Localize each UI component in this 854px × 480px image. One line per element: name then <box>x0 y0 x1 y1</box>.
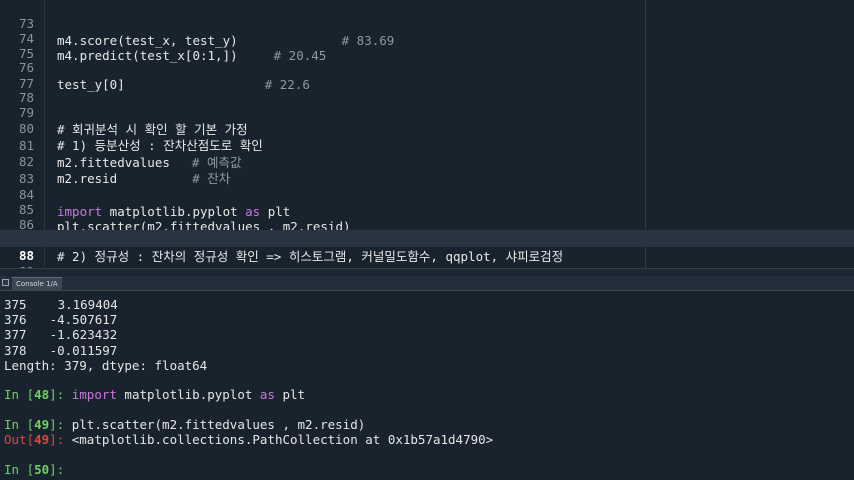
console-options-icon[interactable] <box>2 279 9 286</box>
series-value: 3.169404 <box>57 297 118 312</box>
code-editor[interactable]: 73 m4.score(test_x, test_y) # 83.69 74 m4… <box>0 0 854 268</box>
editor-line[interactable]: 81 m2.fittedvalues # 예측값 <box>0 120 854 170</box>
pane-splitter[interactable] <box>0 268 854 276</box>
series-value: -4.507617 <box>49 312 118 327</box>
output-text: <matplotlib.collections.PathCollection a… <box>71 432 494 447</box>
series-index: 375 <box>4 297 27 312</box>
output-length-line: Length: 379, dtype: float64 <box>4 358 208 373</box>
editor-line[interactable]: 89 <box>0 246 854 268</box>
series-index: 376 <box>4 312 27 327</box>
series-index: 377 <box>4 327 27 342</box>
tab-console[interactable]: Console 1/A <box>12 277 62 290</box>
keyword-import: import <box>71 387 117 402</box>
input-code: plt.scatter(m2.fittedvalues , m2.resid) <box>71 417 366 432</box>
editor-line[interactable]: 76 test_y[0] # 22.6 <box>0 42 854 92</box>
ipython-console[interactable]: 375 3.169404 376 -4.507617 377 -1.623432 37… <box>0 292 854 480</box>
input-prompt-50[interactable]: In [50]: <box>4 461 72 478</box>
console-tab-bar: Console 1/A <box>0 276 854 291</box>
keyword-as: as <box>259 387 275 402</box>
editor-line[interactable]: 82 m2.resid # 잔차 <box>0 136 854 186</box>
input-prompt-48[interactable]: In [48]: import matplotlib.pyplot as plt <box>4 386 305 403</box>
output-prompt-49: Out[49]: <matplotlib.collections.PathCol… <box>4 432 494 447</box>
editor-line[interactable]: 79 # 회귀분석 시 확인 할 기본 가정 <box>0 87 854 137</box>
series-value: -0.011597 <box>49 343 118 358</box>
series-value: -1.623432 <box>49 327 118 342</box>
editor-current-line[interactable]: 88 <box>0 230 854 263</box>
editor-line[interactable]: 80 # 1) 등분산성 : 잔차산점도로 확인 <box>0 103 854 153</box>
editor-line[interactable]: 83 <box>0 153 854 186</box>
output-row: 377 -1.623432 <box>4 326 117 343</box>
editor-line[interactable]: 87 # 2) 정규성 : 잔차의 정규성 확인 => 히스토그램, 커널밀도함… <box>0 214 854 264</box>
series-index: 378 <box>4 343 27 358</box>
